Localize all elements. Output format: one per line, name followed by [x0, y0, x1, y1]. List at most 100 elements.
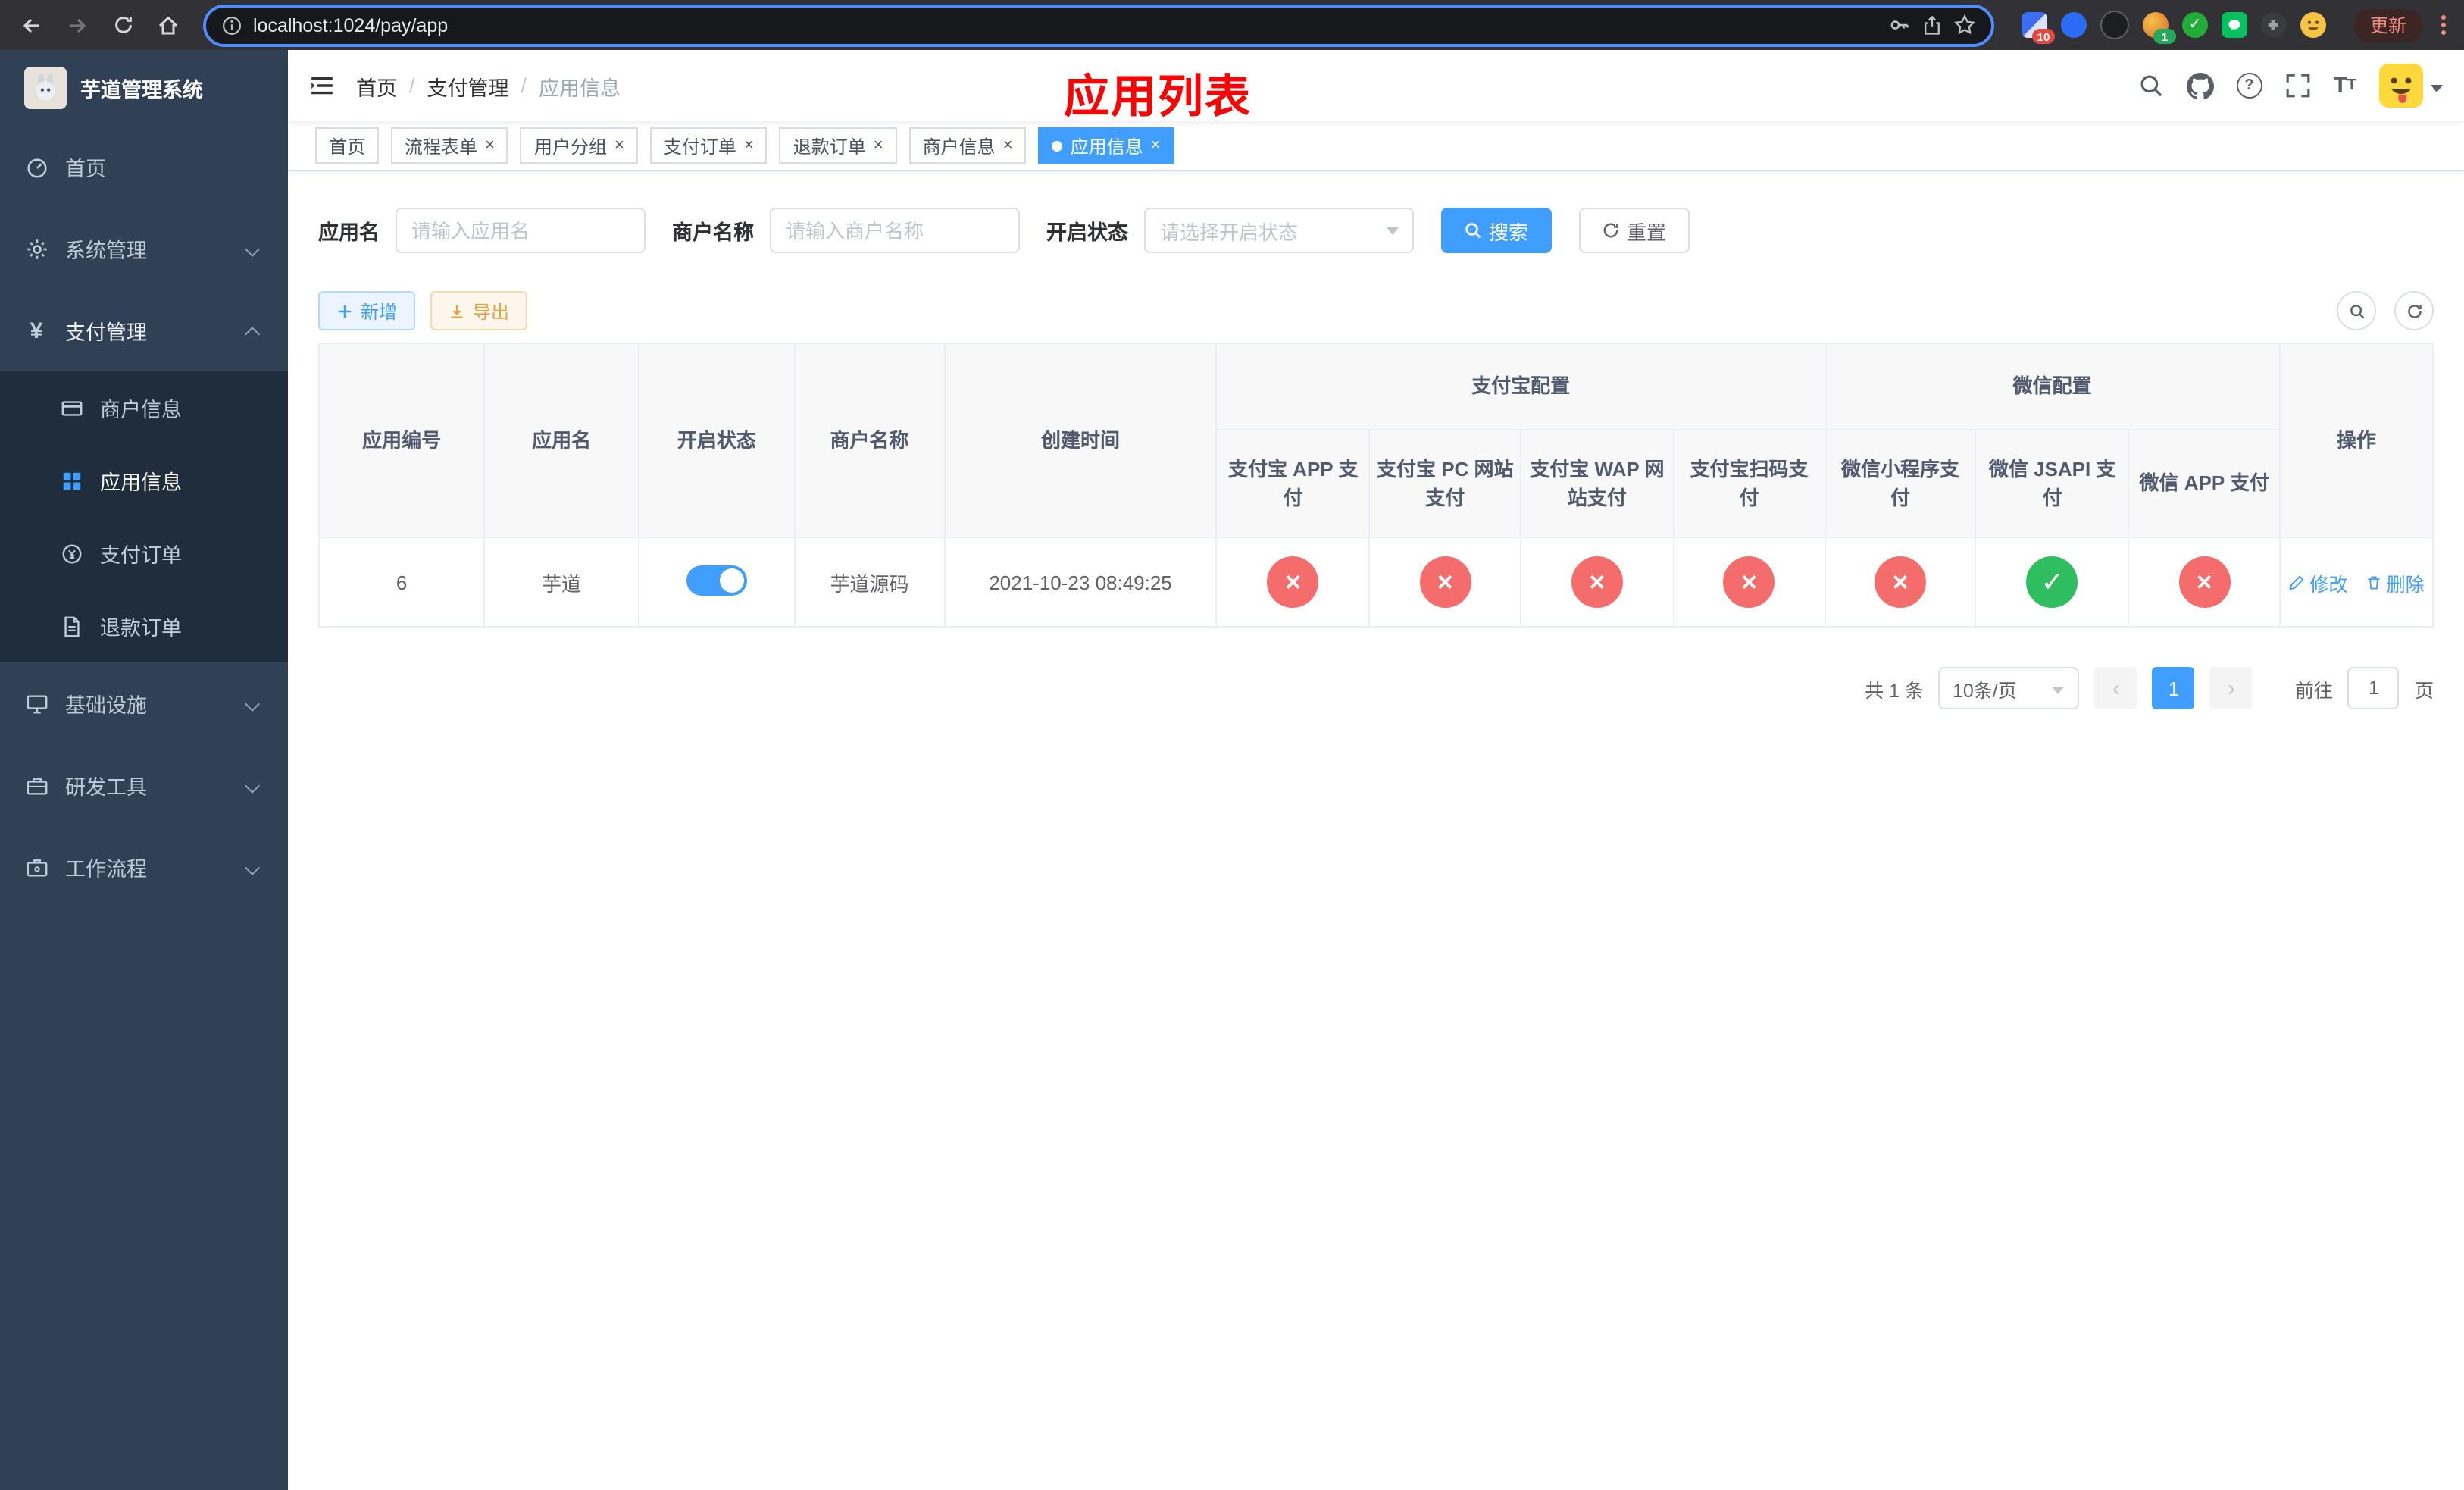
content-area: 应用名 商户名称 开启状态 请选择开启状态 [288, 171, 2464, 1490]
col-alipay-pc: 支付宝 PC 网站支付 [1368, 429, 1522, 538]
refund-doc-icon [61, 615, 83, 637]
extensions-puzzle-icon[interactable] [2260, 12, 2287, 38]
status-check-icon: ✓ [2026, 556, 2078, 608]
cell-operations: 修改 删除 [2279, 537, 2434, 628]
app-name-input[interactable] [395, 208, 645, 253]
tag-merchant-info[interactable]: 商户信息 × [908, 127, 1027, 164]
cell-created-time: 2021-10-23 08:49:25 [943, 537, 1218, 628]
edit-link[interactable]: 修改 [2288, 568, 2347, 596]
extension-emoji-icon[interactable] [2300, 12, 2326, 38]
close-icon[interactable]: × [485, 136, 495, 154]
search-icon[interactable] [2137, 73, 2163, 99]
help-icon[interactable]: ? [2236, 73, 2262, 99]
extension-drop-icon[interactable] [2060, 12, 2087, 38]
reset-button[interactable]: 重置 [1578, 208, 1690, 253]
goto-page-input[interactable] [2347, 667, 2400, 709]
export-button[interactable]: 导出 [430, 291, 528, 330]
sidebar-item-dev-tools[interactable]: 研发工具 [0, 744, 288, 826]
status-cross-icon: × [1723, 556, 1775, 608]
font-size-icon[interactable]: TT [2333, 74, 2356, 97]
sidebar-item-payment[interactable]: ¥ 支付管理 [0, 290, 288, 371]
info-icon[interactable] [221, 14, 242, 36]
col-alipay-app: 支付宝 APP 支付 [1215, 429, 1371, 538]
sidebar-item-app-info[interactable]: 应用信息 [0, 444, 288, 517]
page-unit-label: 页 [2414, 680, 2434, 701]
sidebar-item-system[interactable]: 系统管理 [0, 208, 288, 290]
app-logo-row[interactable]: 芋道管理系统 [0, 50, 288, 126]
status-cross-icon: × [1267, 556, 1319, 608]
sidebar-menu: 首页 系统管理 ¥ 支付管理 商户信息 应用信息 支付订单 退款订单 基础设施 … [0, 126, 288, 1490]
forward-icon[interactable] [58, 5, 97, 45]
enabled-toggle[interactable] [686, 565, 747, 595]
status-cross-icon: × [1875, 556, 1927, 608]
back-icon[interactable] [12, 5, 52, 45]
prev-page-button[interactable]: ‹ [2094, 667, 2137, 709]
hamburger-icon[interactable] [309, 73, 335, 99]
url-text[interactable]: localhost:1024/pay/app [253, 14, 1878, 36]
sidebar-item-refund-orders[interactable]: 退款订单 [0, 590, 288, 662]
add-button[interactable]: 新增 [318, 291, 416, 330]
breadcrumb: 首页 / 支付管理 / 应用信息 [356, 70, 621, 101]
next-page-button[interactable]: › [2209, 667, 2253, 709]
chevron-down-icon [245, 778, 260, 793]
col-group-wechat: 微信配置 [1824, 343, 2281, 430]
github-icon[interactable] [2186, 72, 2214, 99]
sidebar-item-merchant-info[interactable]: 商户信息 [0, 371, 288, 444]
sidebar-item-infrastructure[interactable]: 基础设施 [0, 662, 288, 744]
tag-app-info[interactable]: 应用信息 × [1038, 127, 1174, 164]
chevron-down-icon [2052, 687, 2065, 694]
cell-enable-status [638, 537, 796, 628]
close-icon[interactable]: × [1151, 136, 1161, 154]
caret-down-icon [2431, 84, 2443, 92]
extension-dark-icon[interactable] [2100, 11, 2129, 39]
extension-check-icon[interactable]: ✓ [2181, 12, 2208, 38]
tag-user-group[interactable]: 用户分组 × [520, 127, 638, 164]
tag-payment-orders[interactable]: 支付订单 × [649, 127, 768, 164]
sidebar-item-workflow[interactable]: 工作流程 [0, 826, 288, 908]
sidebar-item-payment-orders[interactable]: 支付订单 [0, 517, 288, 590]
sidebar-item-label: 系统管理 [65, 239, 147, 262]
close-icon[interactable]: × [874, 136, 883, 154]
share-icon[interactable] [1921, 14, 1943, 36]
browser-chrome: localhost:1024/pay/app 10 1 ✓ 更新 [0, 0, 2464, 50]
merchant-name-input[interactable] [769, 208, 1019, 253]
close-icon[interactable]: × [1003, 136, 1013, 154]
delete-link[interactable]: 删除 [2366, 568, 2425, 596]
browser-menu-icon[interactable] [2441, 15, 2446, 35]
extension-wechat-devtools-icon[interactable] [2221, 12, 2247, 38]
order-icon [61, 542, 83, 565]
password-key-icon[interactable] [1888, 14, 1911, 36]
tag-refund-orders[interactable]: 退款订单 × [779, 127, 897, 164]
col-wechat-jsapi: 微信 JSAPI 支付 [1975, 429, 2130, 538]
home-icon[interactable] [149, 5, 188, 45]
fullscreen-icon[interactable] [2284, 73, 2310, 99]
sidebar-item-home[interactable]: 首页 [0, 126, 288, 208]
toggle-search-button[interactable] [2337, 291, 2376, 330]
col-alipay-qr: 支付宝扫码支付 [1672, 429, 1826, 538]
breadcrumb-home[interactable]: 首页 [356, 70, 397, 101]
extension-grid-icon[interactable]: 10 [2021, 12, 2055, 44]
tag-process-form[interactable]: 流程表单 × [391, 127, 508, 164]
close-icon[interactable]: × [744, 136, 754, 154]
search-button[interactable]: 搜索 [1440, 208, 1552, 253]
cell-merchant-name: 芋道源码 [793, 537, 946, 628]
sidebar-item-label: 研发工具 [65, 776, 147, 799]
user-avatar-menu[interactable] [2379, 64, 2443, 108]
browser-update-button[interactable]: 更新 [2353, 8, 2423, 42]
reload-icon[interactable] [103, 5, 142, 45]
table-toolbar: 新增 导出 [318, 291, 2434, 330]
refresh-button[interactable] [2394, 291, 2434, 330]
close-icon[interactable]: × [614, 136, 624, 154]
navbar: 首页 / 支付管理 / 应用信息 应用列表 ? T T [288, 50, 2464, 123]
extension-avatar-icon[interactable]: 1 [2142, 12, 2176, 44]
page-size-select[interactable]: 10条/页 [1938, 667, 2080, 709]
sidebar-item-label: 退款订单 [100, 617, 182, 640]
payment-submenu: 商户信息 应用信息 支付订单 退款订单 [0, 371, 288, 662]
tag-home[interactable]: 首页 [315, 127, 380, 164]
url-bar[interactable]: localhost:1024/pay/app [203, 4, 1994, 46]
bookmark-star-icon[interactable] [1953, 14, 1976, 36]
page-number-button[interactable]: 1 [2152, 667, 2195, 709]
avatar [2379, 64, 2423, 108]
breadcrumb-payment[interactable]: 支付管理 [427, 70, 509, 101]
enable-status-select[interactable]: 请选择开启状态 [1143, 208, 1413, 253]
